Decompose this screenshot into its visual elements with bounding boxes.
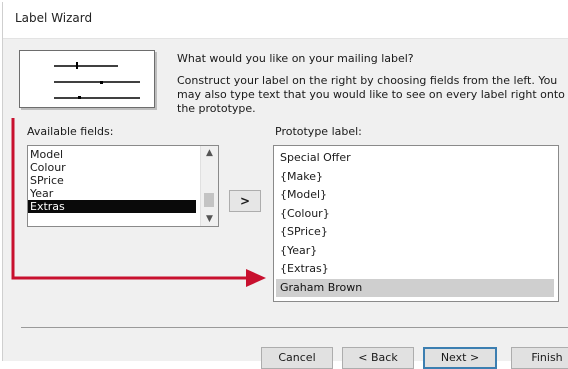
finish-button[interactable]: Finish [511, 347, 568, 369]
wizard-question: What would you like on your mailing labe… [177, 52, 414, 65]
prototype-line[interactable]: {Model} [276, 186, 554, 205]
prototype-line[interactable]: {Colour} [276, 205, 554, 224]
cancel-button[interactable]: Cancel [261, 347, 333, 369]
text-cursor-icon [100, 81, 103, 84]
scroll-down-icon[interactable]: ▼ [201, 212, 218, 226]
text-cursor-icon [76, 62, 78, 69]
list-item[interactable]: Model [28, 148, 196, 161]
label-line [54, 81, 140, 83]
prototype-label-heading: Prototype label: [275, 125, 362, 138]
mailing-label-illustration [19, 50, 155, 108]
list-item-selected[interactable]: Extras [28, 200, 196, 213]
label-wizard-window: Label Wizard What would you like on your… [2, 2, 568, 369]
scroll-up-icon[interactable]: ▲ [201, 146, 218, 160]
scroll-thumb[interactable] [204, 193, 214, 207]
title-bar: Label Wizard [3, 2, 568, 38]
window-title: Label Wizard [15, 11, 93, 25]
prototype-line[interactable]: {Year} [276, 242, 554, 261]
vertical-scrollbar[interactable]: ▲ ▼ [200, 146, 218, 226]
list-item[interactable]: SPrice [28, 174, 196, 187]
wizard-instructions: Construct your label on the right by cho… [177, 74, 565, 115]
label-line [54, 97, 140, 99]
prototype-line[interactable]: Special Offer [276, 149, 554, 168]
title-divider [3, 38, 568, 39]
list-item[interactable]: Colour [28, 161, 196, 174]
prototype-line[interactable]: {SPrice} [276, 223, 554, 242]
add-field-button[interactable]: > [229, 190, 261, 212]
back-button[interactable]: < Back [342, 347, 414, 369]
list-item[interactable]: Year [28, 187, 196, 200]
prototype-line-highlighted[interactable]: Graham Brown [276, 278, 554, 297]
text-cursor-icon [78, 96, 81, 99]
prototype-line[interactable]: {Make} [276, 168, 554, 187]
prototype-label-box[interactable]: Special Offer {Make} {Model} {Colour} {S… [273, 145, 559, 302]
available-fields-label: Available fields: [27, 125, 114, 138]
next-button[interactable]: Next > [423, 347, 497, 369]
label-line [54, 65, 118, 67]
button-divider [21, 327, 568, 328]
prototype-line[interactable]: {Extras} [276, 260, 554, 279]
available-fields-list[interactable]: Model Colour SPrice Year Extras ▲ ▼ [27, 145, 219, 227]
